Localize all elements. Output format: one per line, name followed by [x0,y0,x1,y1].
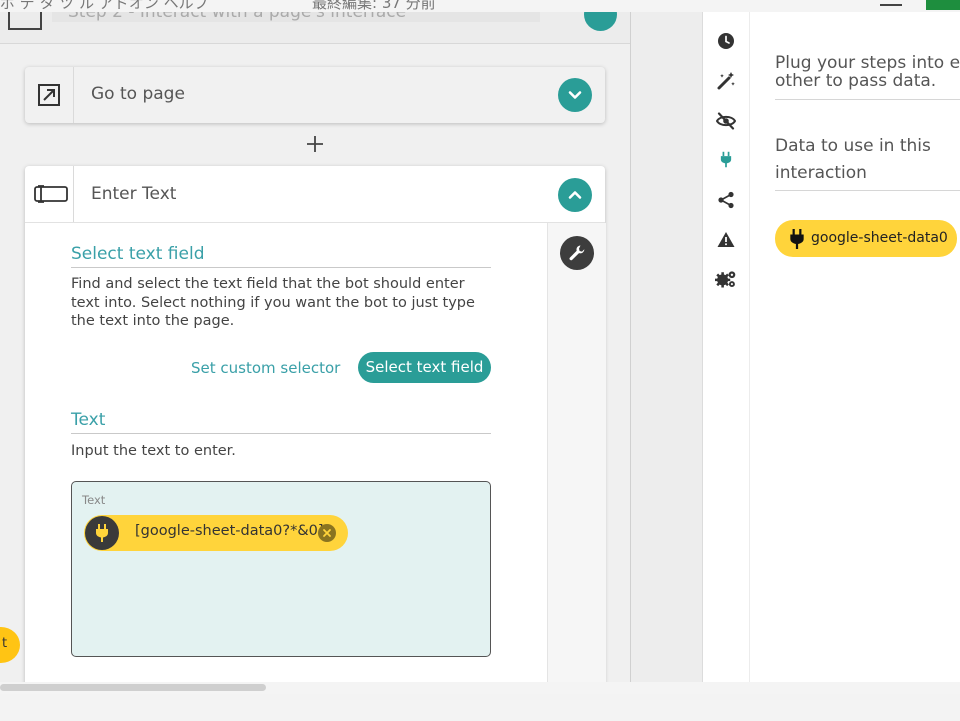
chevron-up-icon [568,191,582,199]
data-panel-content: Plug your steps into e other to pass dat… [749,12,960,682]
top-window-strip: ボ デ タ ツ ル アドオン ヘルプ 最終編集: 37 分前 [0,0,960,12]
eye-off-icon[interactable] [715,110,737,132]
bottom-bar [0,694,960,721]
enter-text-body: Select text field Find and select the te… [25,223,547,686]
previous-step-toggle[interactable] [584,12,617,31]
remove-chip-close-icon[interactable] [318,524,336,542]
text-section-title: Text [71,410,491,434]
gears-icon[interactable] [715,268,737,290]
go-to-page-step[interactable]: Go to page [25,67,605,123]
step-icon [8,12,42,30]
enter-text-label: Enter Text [91,184,177,204]
share-icon[interactable] [715,189,737,211]
panel-intro-line2: other to pass data. [775,71,937,91]
plug-icon [85,516,119,550]
plug-icon [790,229,804,249]
wrench-settings-button[interactable] [560,236,594,270]
share-button[interactable] [926,0,960,10]
select-text-field-title: Select text field [71,244,491,268]
peek-chip[interactable]: t [0,627,20,663]
comment-icon[interactable] [880,0,902,6]
plug-icon[interactable] [715,148,737,170]
step-tools-column [547,223,606,686]
collapse-enter-text-button[interactable] [558,178,592,212]
add-step-plus-icon[interactable] [305,134,325,154]
data-heading-line1: Data to use in this [775,136,931,156]
magic-wand-icon[interactable] [715,70,737,92]
step-editor-column: Step 2 - Interact with a page's interfac… [0,12,631,686]
data-heading-line2: interaction [775,163,867,183]
last-edit-text: 最終編集: 37 分前 [312,0,436,12]
wrench-icon [569,245,585,261]
text-section-description: Input the text to enter. [71,443,236,459]
set-custom-selector-link[interactable]: Set custom selector [191,359,340,377]
external-link-icon [38,84,60,106]
data-variable-chip[interactable]: [google-sheet-data0?*&0] [84,515,348,551]
text-cursor-icon [34,185,68,203]
select-text-field-button[interactable]: Select text field [358,352,491,383]
scrollbar-thumb[interactable] [0,684,266,691]
chip-text: [google-sheet-data0?*&0] [135,523,324,539]
expand-go-to-page-button[interactable] [558,78,592,112]
select-text-field-description: Find and select the text field that the … [71,276,475,329]
previous-step-header[interactable]: Step 2 - Interact with a page's interfac… [0,12,630,44]
panel-intro-line1: Plug your steps into e [775,53,960,73]
available-data-chip[interactable]: google-sheet-data0 [775,220,957,257]
chevron-down-icon [568,91,582,99]
enter-text-step: Enter Text Select text field Find and se… [25,166,606,686]
text-field-label: Text [82,493,106,507]
panel-icon-rail [703,12,750,682]
go-to-page-label: Go to page [91,84,185,104]
menu-bar-text[interactable]: ボ デ タ ツ ル アドオン ヘルプ [0,0,209,12]
enter-text-header[interactable]: Enter Text [25,166,605,223]
warning-icon[interactable] [715,228,737,250]
text-input-field[interactable]: Text [google-sheet-data0?*&0] [71,481,491,657]
clock-icon[interactable] [715,30,737,52]
horizontal-scrollbar[interactable] [0,682,960,694]
data-panel: Plug your steps into e other to pass dat… [702,12,960,682]
previous-step-title: Step 2 - Interact with a page's interfac… [68,12,407,22]
available-data-chip-text: google-sheet-data0 [811,230,948,246]
